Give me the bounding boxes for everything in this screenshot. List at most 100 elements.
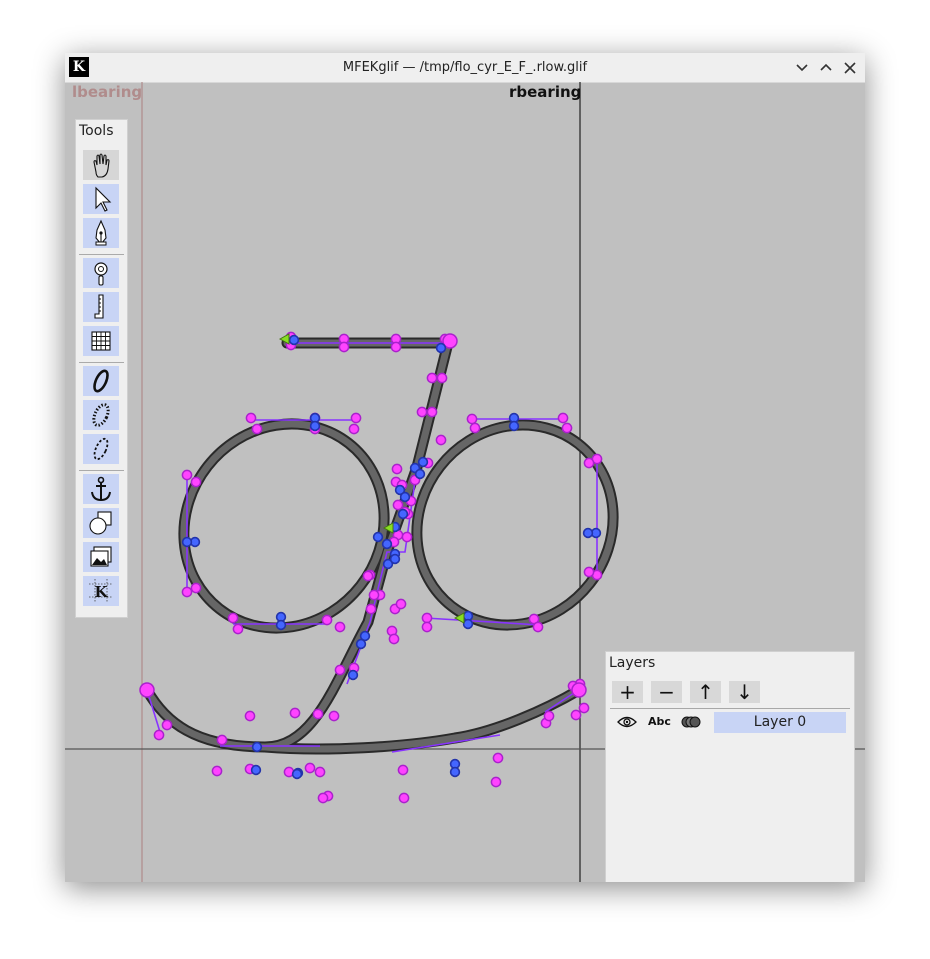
close-icon[interactable] bbox=[839, 55, 861, 79]
select-arrow-icon[interactable] bbox=[83, 184, 119, 214]
zoom-magnifier-icon[interactable] bbox=[83, 258, 119, 288]
handle-point bbox=[161, 719, 173, 731]
handle-point bbox=[395, 598, 407, 610]
handle-point bbox=[401, 531, 413, 543]
handle-point bbox=[490, 776, 502, 788]
layer-name-button[interactable]: Layer 0 bbox=[714, 712, 846, 733]
remove-layer-button[interactable]: − bbox=[651, 681, 682, 703]
handle-point bbox=[390, 341, 402, 353]
lbearing-label: lbearing bbox=[72, 83, 143, 101]
handle-point bbox=[334, 664, 346, 676]
on-curve-point bbox=[582, 527, 594, 539]
variable-width-stroke-icon[interactable] bbox=[83, 366, 119, 396]
app-logo-icon: K bbox=[69, 57, 89, 77]
handle-point bbox=[543, 710, 555, 722]
minimize-icon[interactable] bbox=[791, 55, 813, 79]
on-curve-point bbox=[381, 538, 393, 550]
handle-point bbox=[583, 566, 595, 578]
handle-point bbox=[391, 463, 403, 475]
add-layer-button[interactable]: + bbox=[612, 681, 643, 703]
tools-separator bbox=[79, 362, 124, 363]
title-bar[interactable]: MFEKglif — /tmp/flo_cyr_E_F_.rlow.glif K bbox=[65, 53, 865, 83]
glyph-canvas[interactable]: lbearing rbearing Tools K Layers + − ↑ ↓… bbox=[65, 82, 865, 882]
handle-point bbox=[466, 413, 478, 425]
on-curve-point bbox=[275, 619, 287, 631]
handle-point bbox=[578, 702, 590, 714]
handle-point bbox=[190, 476, 202, 488]
on-curve-point bbox=[288, 334, 300, 346]
on-curve-point bbox=[397, 508, 409, 520]
handle-point bbox=[244, 710, 256, 722]
handle-point bbox=[314, 766, 326, 778]
on-curve-point bbox=[372, 531, 384, 543]
on-curve-point bbox=[355, 638, 367, 650]
on-curve-point bbox=[435, 342, 447, 354]
on-curve-point bbox=[449, 766, 461, 778]
rbearing-label: rbearing bbox=[509, 83, 582, 101]
handle-point bbox=[338, 341, 350, 353]
handle-point bbox=[190, 582, 202, 594]
on-curve-point bbox=[508, 420, 520, 432]
on-curve-point bbox=[417, 456, 429, 468]
pattern-along-path-icon[interactable] bbox=[83, 400, 119, 430]
handle-point bbox=[435, 434, 447, 446]
handle-point bbox=[436, 372, 448, 384]
handle-point bbox=[232, 623, 244, 635]
tools-separator bbox=[79, 254, 124, 255]
handle-point bbox=[216, 734, 228, 746]
guidelines-icon[interactable]: K bbox=[83, 576, 119, 606]
handle-point bbox=[181, 586, 193, 598]
handle-point bbox=[317, 792, 329, 804]
on-curve-point bbox=[291, 768, 303, 780]
layers-separator bbox=[610, 708, 850, 709]
handle-point bbox=[561, 422, 573, 434]
on-curve-point bbox=[181, 536, 193, 548]
handle-point bbox=[368, 589, 380, 601]
image-icon[interactable] bbox=[83, 542, 119, 572]
handle-point bbox=[153, 729, 165, 741]
move-layer-up-button[interactable]: ↑ bbox=[690, 681, 721, 703]
handle-point bbox=[328, 710, 340, 722]
handle-point bbox=[570, 709, 582, 721]
anchor-icon[interactable] bbox=[83, 474, 119, 504]
path-endpoint bbox=[571, 682, 587, 698]
handle-point bbox=[334, 621, 346, 633]
handle-point bbox=[421, 621, 433, 633]
layers-panel: Layers + − ↑ ↓ Abc Layer 0 bbox=[605, 651, 855, 882]
handle-point bbox=[492, 752, 504, 764]
tools-title: Tools bbox=[79, 123, 114, 139]
pen-nib-icon[interactable] bbox=[83, 218, 119, 248]
handle-point bbox=[251, 423, 263, 435]
tools-separator bbox=[79, 470, 124, 471]
handle-point bbox=[388, 633, 400, 645]
handle-point bbox=[365, 603, 377, 615]
on-curve-point bbox=[250, 764, 262, 776]
handle-point bbox=[583, 457, 595, 469]
on-curve-point bbox=[399, 491, 411, 503]
svg-text:K: K bbox=[94, 583, 108, 601]
layer-type-label[interactable]: Abc bbox=[648, 715, 671, 728]
handle-point bbox=[557, 412, 569, 424]
handle-lines bbox=[146, 342, 598, 753]
handle-point bbox=[426, 406, 438, 418]
handle-point bbox=[350, 412, 362, 424]
handle-point bbox=[312, 708, 324, 720]
handle-point bbox=[362, 570, 374, 582]
move-layer-down-button[interactable]: ↓ bbox=[729, 681, 760, 703]
on-curve-point bbox=[389, 553, 401, 565]
hand-pan-icon[interactable] bbox=[83, 150, 119, 180]
maximize-icon[interactable] bbox=[815, 55, 837, 79]
window-title: MFEKglif — /tmp/flo_cyr_E_F_.rlow.glif bbox=[342, 60, 588, 75]
dash-stroke-icon[interactable] bbox=[83, 434, 119, 464]
tools-palette: Tools K bbox=[75, 119, 128, 618]
handle-point bbox=[289, 707, 301, 719]
grid-icon[interactable] bbox=[83, 326, 119, 356]
handle-point bbox=[321, 614, 333, 626]
measure-ruler-icon[interactable] bbox=[83, 292, 119, 322]
layer-row[interactable]: Abc Layer 0 bbox=[606, 711, 854, 735]
handle-point bbox=[469, 422, 481, 434]
shapes-icon[interactable] bbox=[83, 508, 119, 538]
handle-point bbox=[397, 764, 409, 776]
handle-point bbox=[181, 469, 193, 481]
layers-title: Layers bbox=[609, 655, 656, 671]
